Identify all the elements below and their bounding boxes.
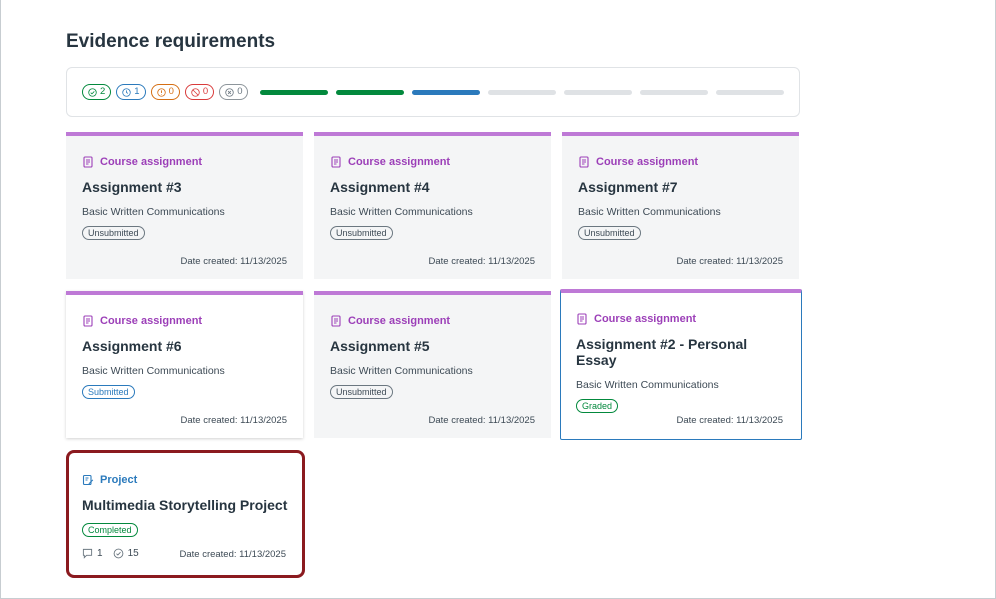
card-title[interactable]: Assignment #2 - Personal Essay (576, 336, 786, 368)
pill-excused: 0 (219, 84, 249, 100)
assignment-icon (330, 156, 342, 168)
project-edit-icon (82, 474, 94, 486)
date-created: Date created: 11/13/2025 (428, 256, 535, 267)
progress-segment (412, 89, 481, 95)
status-badge: Graded (576, 399, 619, 413)
progress-segment (488, 89, 557, 95)
card-title[interactable]: Multimedia Storytelling Project (82, 497, 288, 513)
comment-count: 1 (97, 548, 103, 559)
status-badge: Unsubmitted (330, 385, 393, 399)
clock-icon (122, 87, 131, 97)
assignment-icon (82, 315, 94, 327)
evidence-card-selected[interactable]: Course assignment Assignment #2 - Person… (560, 289, 802, 440)
pill-complete: 2 (82, 84, 112, 100)
card-subtitle: Basic Written Communications (330, 206, 473, 218)
pill-count: 0 (168, 86, 174, 97)
evidence-card[interactable]: Course assignment Assignment #4 Basic Wr… (314, 132, 551, 279)
card-type-label: Course assignment (594, 313, 697, 325)
progress-segment (260, 89, 329, 95)
status-badge: Submitted (82, 385, 135, 399)
status-badge: Unsubmitted (330, 226, 393, 240)
card-title[interactable]: Assignment #7 (578, 179, 783, 195)
no-circle-icon (191, 87, 200, 97)
comment-icon (82, 548, 93, 559)
progress-segment (640, 89, 709, 95)
pill-count: 0 (237, 86, 243, 97)
pill-count: 0 (202, 86, 209, 97)
status-badge: Completed (82, 523, 138, 537)
card-subtitle: Basic Written Communications (578, 206, 721, 218)
card-subtitle: Basic Written Communications (82, 206, 225, 218)
progress-segments (260, 89, 785, 95)
card-title[interactable]: Assignment #4 (330, 179, 535, 195)
progress-segment (716, 89, 785, 95)
card-type-label: Project (100, 474, 138, 486)
project-card[interactable]: Project Multimedia Storytelling Project … (66, 450, 305, 578)
pill-rejected: 0 (184, 84, 215, 100)
card-type-label: Course assignment (100, 315, 203, 327)
page-title: Evidence requirements (66, 31, 276, 52)
assignment-icon (82, 156, 94, 168)
assignment-icon (576, 313, 588, 325)
card-type-label: Course assignment (596, 156, 699, 168)
assignment-icon (330, 315, 342, 327)
warning-circle-icon (156, 87, 166, 97)
x-circle-icon (225, 87, 234, 97)
pill-count: 1 (134, 86, 140, 97)
date-created: Date created: 11/13/2025 (428, 415, 535, 426)
evidence-card[interactable]: Course assignment Assignment #6 Basic Wr… (66, 291, 303, 438)
date-created: Date created: 11/13/2025 (676, 256, 783, 267)
check-circle-icon (113, 548, 124, 559)
date-created: Date created: 11/13/2025 (676, 415, 783, 426)
date-created: Date created: 11/13/2025 (179, 549, 286, 560)
card-type-label: Course assignment (348, 315, 451, 327)
evidence-card[interactable]: Course assignment Assignment #3 Basic Wr… (66, 132, 303, 279)
card-title[interactable]: Assignment #5 (330, 338, 535, 354)
pill-in-progress: 1 (116, 84, 146, 100)
progress-segment (336, 89, 405, 95)
card-subtitle: Basic Written Communications (82, 365, 225, 377)
card-title[interactable]: Assignment #3 (82, 179, 287, 195)
card-title[interactable]: Assignment #6 (82, 338, 287, 354)
project-stats: 1 15 (82, 548, 145, 559)
pill-count: 2 (100, 86, 106, 97)
check-circle-icon (88, 87, 97, 97)
pill-warning: 0 (150, 84, 180, 100)
date-created: Date created: 11/13/2025 (180, 415, 287, 426)
status-badge: Unsubmitted (578, 226, 641, 240)
evidence-card[interactable]: Course assignment Assignment #7 Basic Wr… (562, 132, 799, 279)
date-created: Date created: 11/13/2025 (180, 256, 287, 267)
card-subtitle: Basic Written Communications (330, 365, 473, 377)
card-type-label: Course assignment (348, 156, 451, 168)
card-type-label: Course assignment (100, 156, 203, 168)
progress-summary: 2 1 0 0 0 (66, 67, 800, 117)
evidence-card[interactable]: Course assignment Assignment #5 Basic Wr… (314, 291, 551, 438)
card-subtitle: Basic Written Communications (576, 379, 719, 391)
assignment-icon (578, 156, 590, 168)
status-badge: Unsubmitted (82, 226, 145, 240)
check-count: 15 (127, 548, 139, 559)
progress-segment (564, 89, 633, 95)
